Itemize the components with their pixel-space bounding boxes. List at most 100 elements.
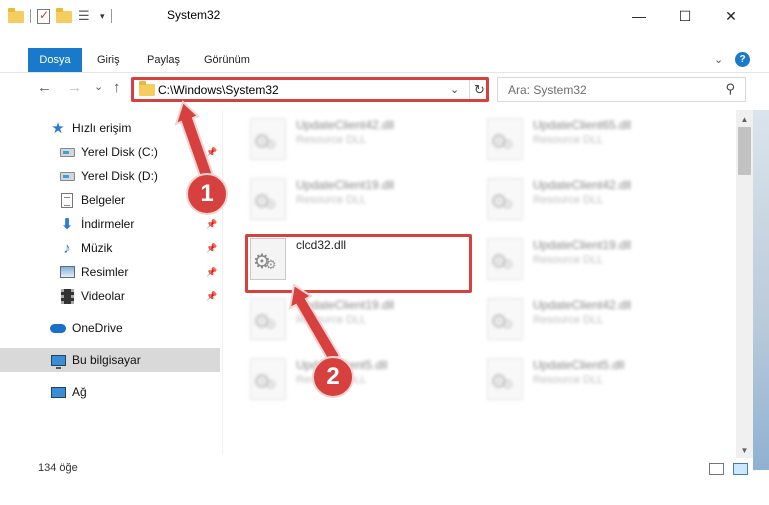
pin-icon[interactable]: 📌 [206, 147, 217, 158]
forward-button[interactable]: → [67, 79, 82, 96]
file-item[interactable]: UpdateClient42.dll Resource DLL [481, 294, 701, 344]
file-highlight-box [245, 234, 472, 293]
search-input[interactable]: Ara: System32 [508, 83, 587, 97]
file-type: Resource DLL [296, 194, 367, 206]
back-button[interactable]: ← [37, 79, 52, 96]
minimize-button[interactable]: — [616, 0, 662, 32]
file-type: Resource DLL [533, 134, 604, 146]
sidebar-item-label: Bu bilgisayar [72, 353, 141, 367]
file-name: UpdateClient42.dll [296, 118, 395, 132]
file-item[interactable]: UpdateClient19.dll Resource DLL [244, 174, 464, 224]
dll-file-icon [487, 118, 523, 160]
sidebar-item-label: Ağ [72, 385, 87, 399]
file-type: Resource DLL [533, 374, 604, 386]
file-item[interactable]: UpdateClient42.dll Resource DLL [244, 114, 464, 164]
help-icon[interactable]: ? [735, 52, 750, 67]
sidebar-item-local-disk-c[interactable]: Yerel Disk (C:) 📌 [0, 140, 220, 164]
sidebar-item-network[interactable]: Ağ [0, 380, 220, 404]
file-item[interactable]: UpdateClient19.dll Resource DLL [481, 234, 701, 284]
search-icon[interactable]: ⚲ [725, 81, 735, 97]
pin-icon[interactable]: 📌 [206, 243, 217, 254]
scrollbar-thumb[interactable] [738, 127, 751, 175]
scroll-down-icon[interactable]: ▼ [736, 442, 753, 459]
toolbar-separator [30, 9, 31, 23]
up-button[interactable]: ↑ [113, 79, 121, 96]
properties-icon[interactable] [37, 8, 50, 24]
pin-icon[interactable]: 📌 [206, 219, 217, 230]
toolbar-dropdown-icon[interactable]: ▾ [100, 11, 105, 22]
sidebar-item-label: Müzik [81, 241, 113, 255]
file-type: Resource DLL [533, 194, 604, 206]
sidebar-item-label: Belgeler [81, 193, 126, 207]
dll-file-icon [487, 298, 523, 340]
scroll-up-icon[interactable]: ▲ [736, 111, 753, 128]
toolbar-separator [110, 9, 112, 23]
file-item[interactable]: UpdateClient19.dll Resource DLL [244, 294, 464, 344]
sidebar-item-label: Hızlı erişim [72, 121, 132, 135]
address-highlight-box [131, 77, 489, 102]
search-box[interactable]: Ara: System32 ⚲ [497, 77, 746, 102]
sidebar-item-label: Yerel Disk (C:) [81, 145, 158, 159]
drive-icon [59, 168, 75, 184]
dll-file-icon [487, 178, 523, 220]
bottom-margin [0, 480, 769, 505]
large-icons-view-icon[interactable] [733, 463, 748, 475]
pin-icon[interactable]: 📌 [206, 291, 217, 302]
file-name: UpdateClient19.dll [533, 238, 632, 252]
status-bar: 134 öğe [0, 458, 753, 480]
sidebar-item-this-pc[interactable]: Bu bilgisayar [0, 348, 220, 372]
customize-toolbar-icon[interactable]: ☰ [78, 8, 94, 24]
file-item[interactable]: UpdateClient5.dll Resource DLL [481, 354, 701, 404]
file-name: UpdateClient19.dll [296, 178, 395, 192]
file-item[interactable]: UpdateClient65.dll Resource DLL [481, 114, 701, 164]
sidebar-item-label: Resimler [81, 265, 129, 279]
videos-icon [59, 288, 75, 304]
item-count: 134 öğe [38, 462, 78, 474]
pictures-icon [59, 264, 75, 280]
title-bar: ☰ ▾ System32 — ☐ ✕ [0, 0, 769, 32]
expand-ribbon-icon[interactable]: ⌄ [714, 53, 723, 66]
sidebar-item-pictures[interactable]: Resimler 📌 [0, 260, 220, 284]
sidebar-item-music[interactable]: ♪ Müzik 📌 [0, 236, 220, 260]
sidebar-item-downloads[interactable]: ⬇ İndirmeler 📌 [0, 212, 220, 236]
cloud-icon [50, 320, 66, 336]
sidebar-item-videos[interactable]: Videolar 📌 [0, 284, 220, 308]
recent-locations-button[interactable]: ⌄ [94, 80, 103, 93]
music-icon: ♪ [63, 239, 71, 257]
sidebar-item-label: Yerel Disk (D:) [81, 169, 158, 183]
sidebar-item-label: Videolar [81, 289, 125, 303]
network-icon [50, 384, 66, 400]
file-item[interactable]: UpdateClient5.dll Resource DLL [244, 354, 464, 404]
file-name: UpdateClient42.dll [533, 178, 632, 192]
desktop-background [753, 110, 769, 470]
tab-share[interactable]: Paylaş [147, 48, 180, 72]
maximize-button[interactable]: ☐ [662, 0, 708, 32]
pin-icon[interactable]: 📌 [206, 267, 217, 278]
tab-home[interactable]: Giriş [97, 48, 120, 72]
drive-icon [59, 144, 75, 160]
file-name: UpdateClient42.dll [533, 298, 632, 312]
tab-view[interactable]: Görünüm [204, 48, 250, 72]
sidebar-item-quick-access[interactable]: ★ Hızlı erişim [0, 116, 220, 140]
file-type: Resource DLL [533, 254, 604, 266]
documents-icon [59, 192, 75, 208]
navigation-pane: ★ Hızlı erişim Yerel Disk (C:) 📌 Yerel D… [0, 110, 222, 455]
dll-file-icon [487, 238, 523, 280]
file-item[interactable]: UpdateClient42.dll Resource DLL [481, 174, 701, 224]
new-folder-icon[interactable] [56, 8, 72, 23]
dll-file-icon [487, 358, 523, 400]
file-type: Resource DLL [296, 314, 367, 326]
details-view-icon[interactable] [709, 463, 724, 475]
sidebar-item-onedrive[interactable]: OneDrive [0, 316, 220, 340]
step-1-badge: 1 [186, 173, 228, 215]
dll-file-icon [250, 118, 286, 160]
file-type: Resource DLL [296, 134, 367, 146]
close-button[interactable]: ✕ [708, 0, 754, 32]
sidebar-item-label: OneDrive [72, 321, 123, 335]
quick-access-toolbar: ☰ ▾ [8, 0, 112, 32]
window-title: System32 [167, 8, 221, 22]
sidebar-item-label: İndirmeler [81, 217, 135, 231]
tab-file[interactable]: Dosya [28, 48, 82, 72]
pane-divider[interactable] [222, 110, 223, 455]
file-type: Resource DLL [533, 314, 604, 326]
